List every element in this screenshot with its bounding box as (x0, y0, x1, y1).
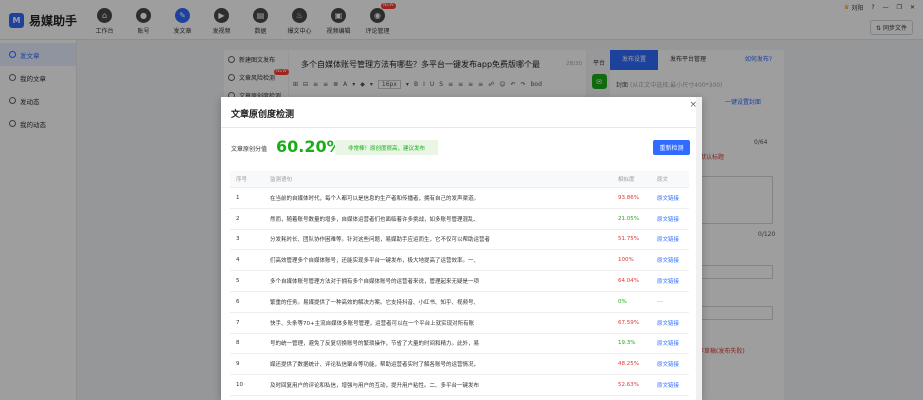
table-row: 4 们高效管理多个自媒体账号，还能实现多平台一键发布，极大地提高了运营效率。一、 1… (230, 250, 689, 272)
originality-score: 60.20% (276, 137, 343, 156)
header-similarity: 相似度 (618, 177, 635, 183)
row-number: 4 (236, 257, 240, 264)
table-row: 2 然而，随着账号数量的增多，自媒体运营者们也面临着许多挑战，如多账号管理混乱、 2… (230, 209, 689, 230)
table-row: 9 媒还提供了数据统计、评论私信聚合等功能，帮助运营者实时了解各账号的运营情况， 4… (230, 354, 689, 376)
originality-check-dialog: 文章原创度检测 × 文章原创分值 60.20% 非常棒！原创度很高，建议发布 重… (221, 97, 702, 400)
row-sentence: 分发耗时长、团队协作困难等。针对这些问题，易媒助手应运而生，它不仅可以帮助运营者 (270, 237, 491, 244)
row-similarity: 93.86% (618, 194, 639, 201)
row-similarity: 67.59% (618, 319, 639, 326)
row-sentence: 在当前的自媒体时代，每个人都可以是信息的生产者和传播者，拥有自己的发声渠道。 (270, 195, 480, 202)
row-sentence: 快手、头条等70+主流自媒体多账号管理，运营者可以在一个平台上就实现对所有账 (270, 320, 475, 327)
row-number: 7 (236, 319, 240, 326)
row-sentence: 繁重的任务。易媒提供了一种高效的解决方案。它支持抖音、小红书、知乎、视频号、 (270, 299, 480, 306)
table-row: 1 在当前的自媒体时代，每个人都可以是信息的生产者和传播者，拥有自己的发声渠道。 9… (230, 188, 689, 209)
header-sentence: 监测语句 (270, 177, 293, 183)
table-row: 5 多个自媒体账号管理方法对于拥有多个自媒体账号的运营者来说，管理起来无疑是一项 6… (230, 271, 689, 292)
row-number: 10 (236, 382, 243, 389)
table-row: 6 繁重的任务。易媒提供了一种高效的解决方案。它支持抖音、小红书、知乎、视频号、 0… (230, 292, 689, 313)
recheck-button[interactable]: 重新检测 (653, 140, 690, 155)
row-sentence: 们高效管理多个自媒体账号，还能实现多平台一键发布，极大地提高了运营效率。一、 (270, 258, 480, 265)
row-sentence: 然而，随着账号数量的增多，自媒体运营者们也面临着许多挑战，如多账号管理混乱、 (270, 216, 480, 223)
row-similarity: 64.04% (618, 278, 639, 285)
row-similarity: 100% (618, 257, 634, 264)
score-label: 文章原创分值 (231, 146, 268, 153)
row-number: 9 (236, 361, 240, 368)
source-link[interactable]: 原文链接 (657, 319, 689, 327)
row-number: 6 (236, 298, 240, 305)
source-link[interactable]: 原文链接 (657, 339, 689, 347)
source-link[interactable]: 原文链接 (657, 277, 689, 285)
row-sentence: 号的统一管理，避免了反复切换账号的繁琐操作，节省了大量的时间和精力。此外，易 (270, 341, 480, 348)
row-similarity: 0% (618, 298, 627, 305)
row-similarity: 52.63% (618, 382, 639, 389)
no-source: --- (657, 298, 663, 305)
row-sentence: 多个自媒体账号管理方法对于拥有多个自媒体账号的运营者来说，管理起来无疑是一项 (270, 279, 480, 286)
dialog-scrollbar[interactable] (696, 97, 702, 400)
row-number: 3 (236, 236, 240, 243)
row-similarity: 19.3% (618, 340, 636, 347)
table-row: 10 及时回复用户的评论和私信，增强与用户的互动，提升用户粘性。二、多平台一键发布… (230, 375, 689, 396)
row-sentence: 媒还提供了数据统计、评论私信聚合等功能，帮助运营者实时了解各账号的运营情况， (270, 362, 480, 369)
table-row: 8 号的统一管理，避免了反复切换账号的繁琐操作，节省了大量的时间和精力。此外，易 1… (230, 334, 689, 355)
header-source: 原文 (657, 177, 669, 183)
row-similarity: 21.05% (618, 215, 639, 222)
row-sentence: 及时回复用户的评论和私信，增强与用户的互动，提升用户粘性。二、多平台一键发布 (270, 383, 480, 390)
row-number: 1 (236, 194, 240, 201)
row-similarity: 48.25% (618, 361, 639, 368)
sentence-table: 序号 监测语句 相似度 原文 1 在当前的自媒体时代，每个人都可以是信息的生产者和… (230, 171, 689, 396)
row-number: 5 (236, 278, 240, 285)
score-verdict-badge: 非常棒！原创度很高，建议发布 (335, 140, 438, 155)
table-header: 序号 监测语句 相似度 原文 (230, 171, 689, 188)
table-body: 1 在当前的自媒体时代，每个人都可以是信息的生产者和传播者，拥有自己的发声渠道。 9… (230, 188, 689, 396)
source-link[interactable]: 原文链接 (657, 215, 689, 223)
table-row: 7 快手、头条等70+主流自媒体多账号管理，运营者可以在一个平台上就实现对所有账 6… (230, 313, 689, 334)
source-link[interactable]: 原文链接 (657, 360, 689, 368)
dialog-title: 文章原创度检测 (231, 110, 295, 120)
source-link[interactable]: 原文链接 (657, 381, 689, 389)
header-no: 序号 (236, 177, 248, 183)
source-link[interactable]: 原文链接 (657, 194, 689, 202)
source-link[interactable]: 原文链接 (657, 235, 689, 243)
source-link[interactable]: 原文链接 (657, 256, 689, 264)
row-number: 2 (236, 215, 240, 222)
dialog-divider (221, 127, 702, 128)
row-number: 8 (236, 340, 240, 347)
row-similarity: 51.75% (618, 236, 639, 243)
table-row: 3 分发耗时长、团队协作困难等。针对这些问题，易媒助手应运而生，它不仅可以帮助运营… (230, 230, 689, 251)
